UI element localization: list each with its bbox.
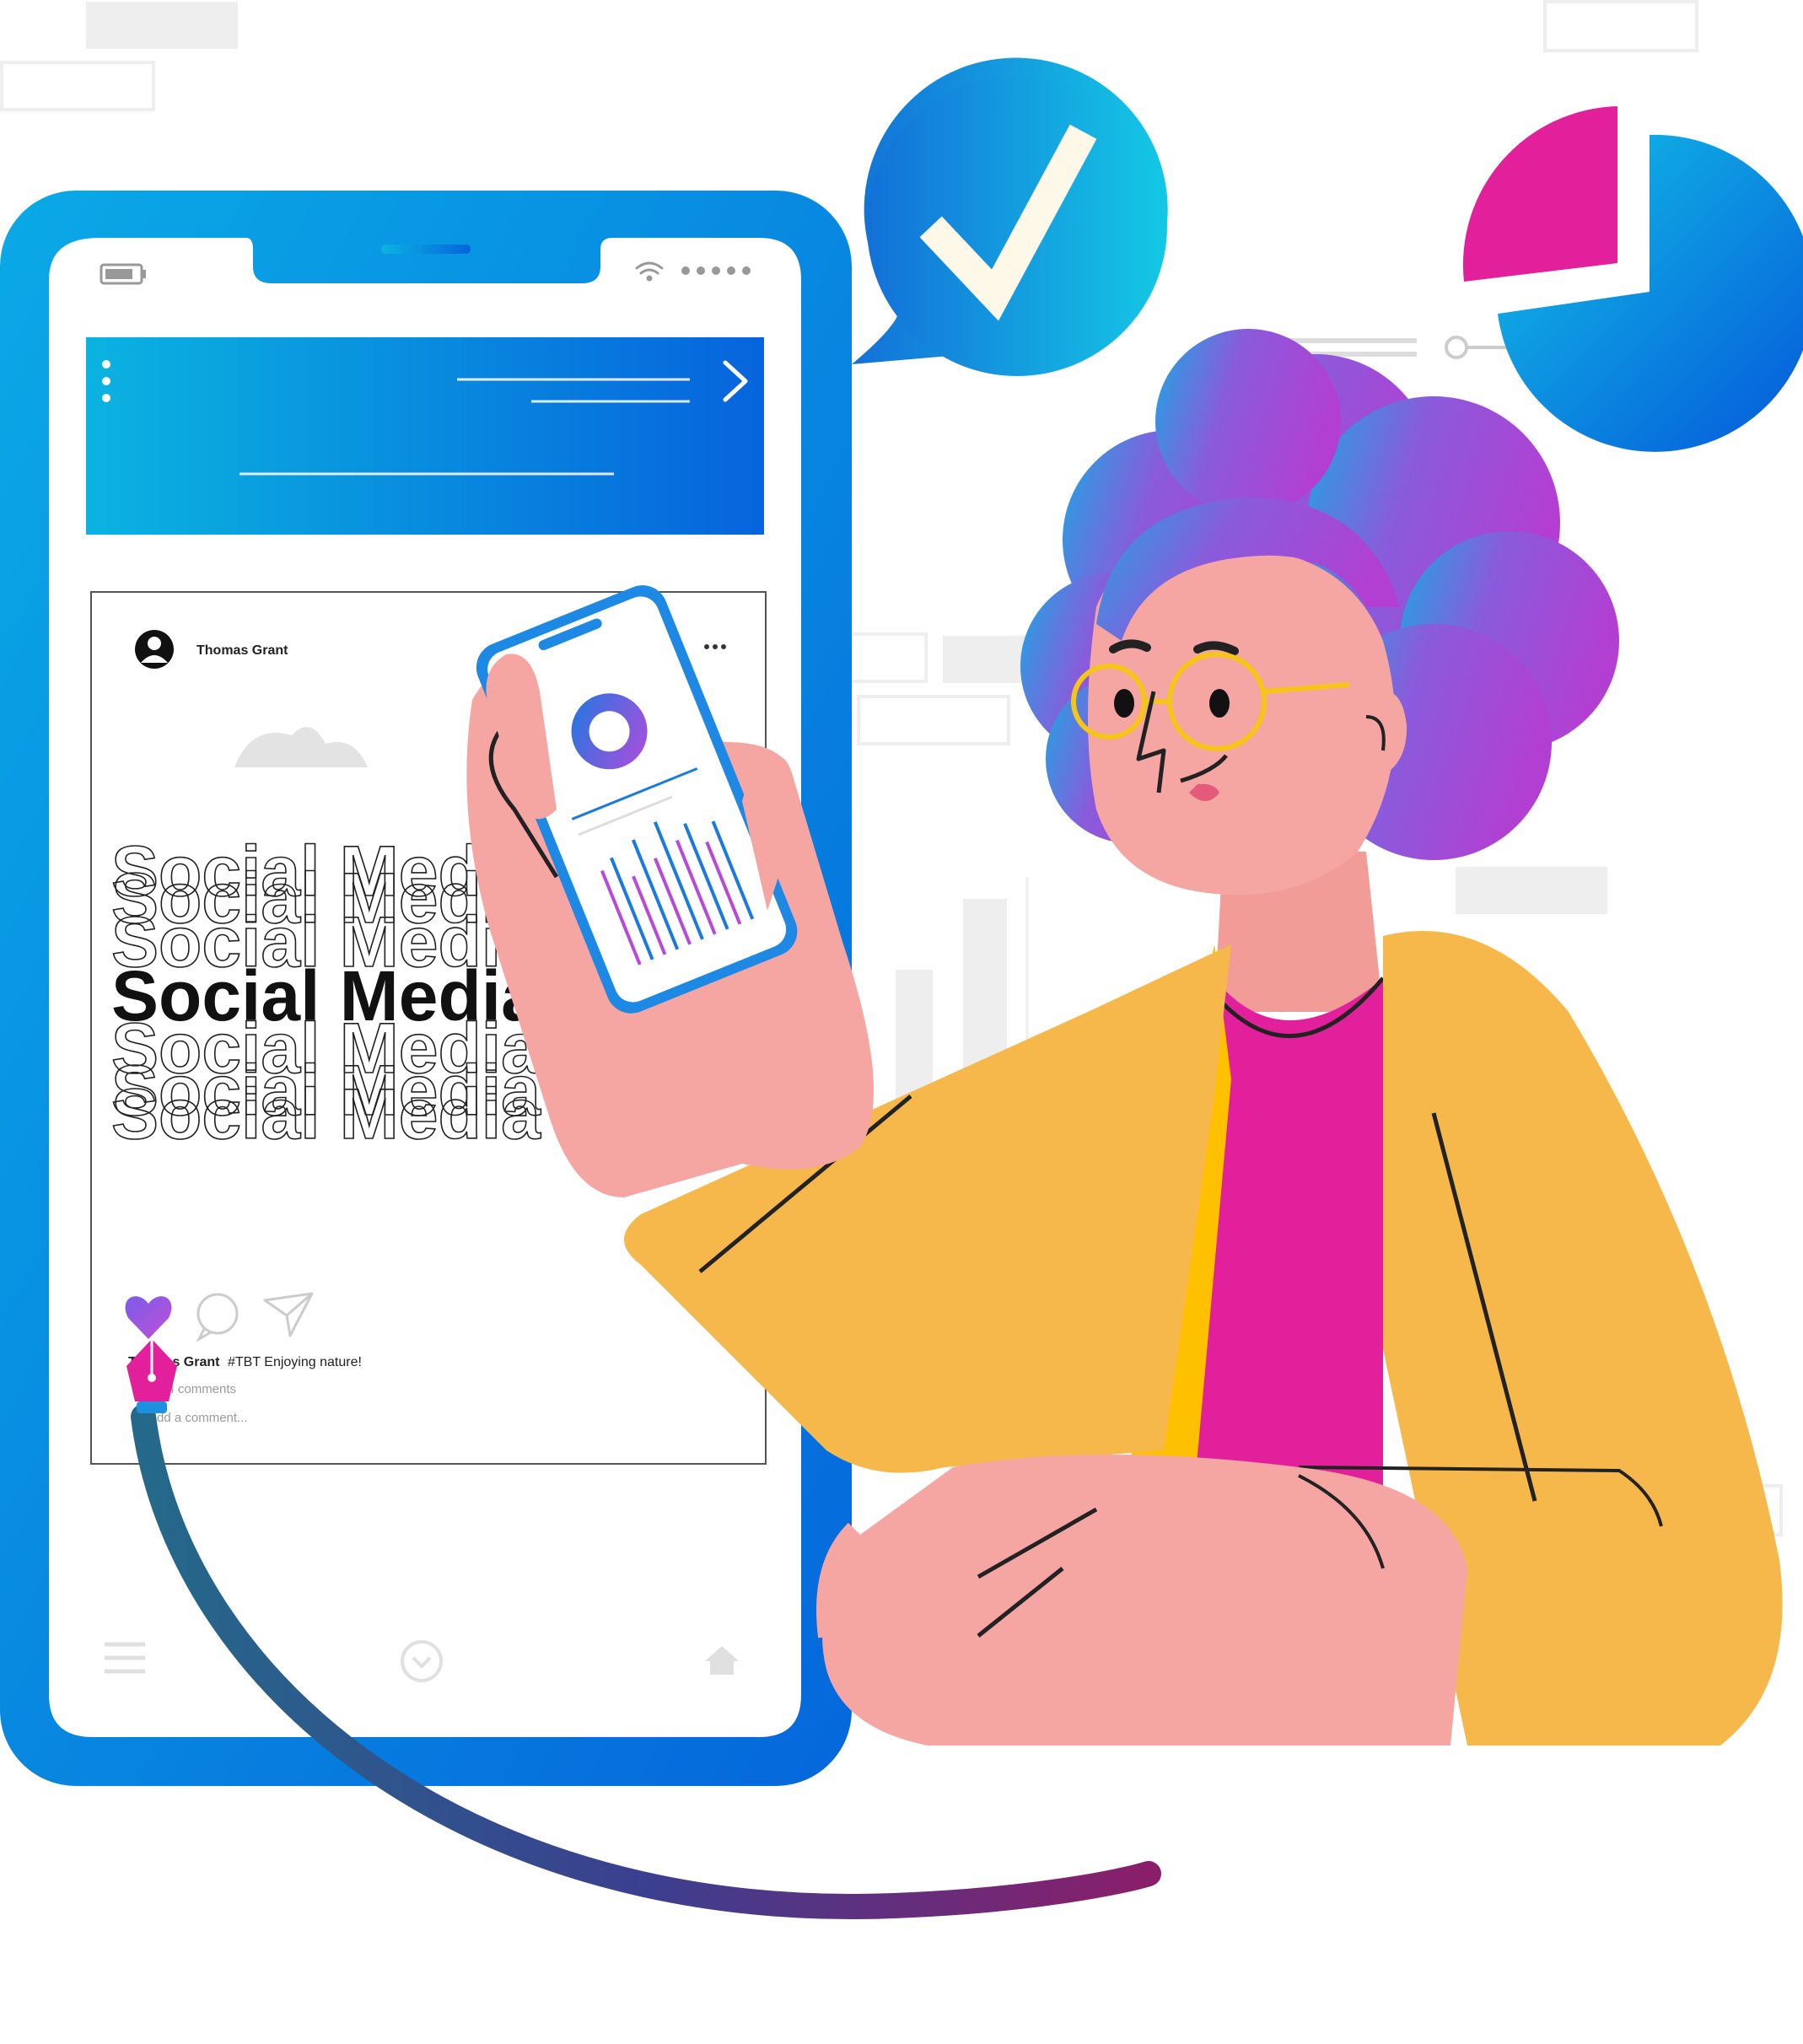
avatar[interactable] [135, 630, 174, 669]
headline-stack: Social Media Social Media Social Media S… [110, 831, 542, 1154]
pie-chart-icon [1462, 106, 1803, 452]
illustration-canvas: Thomas Grant Social Media Social Media S… [0, 0, 1803, 1919]
headline-echo-6: Social Media [111, 1074, 541, 1154]
header-card[interactable] [86, 337, 764, 535]
speaker-notch [381, 245, 471, 254]
more-horizontal-icon[interactable] [704, 644, 726, 649]
more-vertical-icon[interactable] [102, 360, 110, 402]
caption-text: #TBT Enjoying nature! [228, 1355, 362, 1369]
checkmark-bubble [852, 57, 1168, 376]
post-username[interactable]: Thomas Grant [196, 643, 288, 658]
